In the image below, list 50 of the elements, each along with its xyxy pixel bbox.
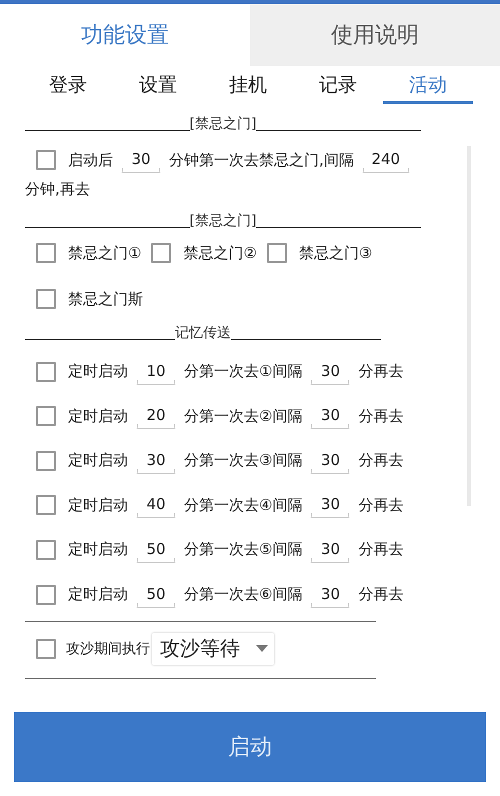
- checkbox[interactable]: [151, 243, 172, 263]
- checkbox-label: 定时启动: [68, 585, 128, 604]
- checkbox-label: 定时启动: [68, 496, 128, 515]
- checkbox-label: 定时启动: [68, 540, 128, 560]
- field-label: 分再去: [358, 362, 404, 382]
- checkbox[interactable]: [36, 540, 56, 560]
- main-tab[interactable]: 使用说明: [250, 4, 500, 66]
- checkbox[interactable]: [266, 243, 287, 263]
- field-label: 分再去: [358, 451, 404, 470]
- sub-tab[interactable]: 登录: [23, 70, 113, 104]
- checkbox-label: 禁忌之门③: [298, 244, 372, 262]
- mode-dropdown[interactable]: 攻沙等待: [152, 632, 274, 665]
- field-label: 分再去: [358, 406, 404, 426]
- checkbox-label: 启动后: [68, 150, 113, 170]
- field-label: 分第一次去④间隔: [184, 496, 302, 515]
- sub-tab[interactable]: 挂机: [203, 70, 293, 104]
- field-label: 分钟,再去: [25, 180, 90, 198]
- field-label: 分第一次去③间隔: [184, 451, 302, 470]
- checkbox[interactable]: [36, 638, 56, 659]
- checkbox[interactable]: [36, 150, 56, 170]
- checkbox[interactable]: [36, 495, 56, 516]
- field-label: 分第一次去①间隔: [184, 362, 302, 382]
- field-label: 分再去: [358, 496, 404, 515]
- checkbox[interactable]: [36, 243, 56, 263]
- section-title: 记忆传送: [175, 325, 231, 341]
- sub-tab[interactable]: 活动: [383, 70, 473, 104]
- field-label: 分钟第一次去禁忌之门,间隔: [169, 150, 354, 170]
- checkbox-label: 禁忌之门斯: [68, 290, 143, 308]
- section-title: [禁忌之门]: [190, 213, 256, 229]
- checkbox-label: 定时启动: [68, 451, 128, 470]
- checkbox[interactable]: [36, 406, 56, 426]
- checkbox-label: 定时启动: [68, 362, 128, 382]
- start-button[interactable]: 启动: [14, 712, 486, 782]
- caret-icon: [256, 645, 268, 652]
- field-label: 分再去: [358, 585, 404, 604]
- checkbox-label: 定时启动: [68, 406, 128, 426]
- checkbox[interactable]: [36, 450, 56, 471]
- checkbox-label: 禁忌之门①: [68, 244, 142, 262]
- field-label: 分第一次去⑥间隔: [184, 585, 302, 604]
- checkbox[interactable]: [36, 362, 56, 382]
- field-label: 分第一次去⑤间隔: [184, 540, 302, 560]
- field-label: 分再去: [358, 540, 404, 560]
- sub-tab[interactable]: 设置: [113, 70, 203, 104]
- sub-tab[interactable]: 记录: [293, 70, 383, 104]
- checkbox[interactable]: [36, 584, 56, 605]
- checkbox[interactable]: [36, 289, 56, 309]
- checkbox-label: 攻沙期间执行: [66, 640, 150, 658]
- section-title: [禁忌之门]: [190, 116, 256, 132]
- checkbox-label: 禁忌之门②: [183, 244, 257, 262]
- field-label: 分第一次去②间隔: [184, 406, 302, 426]
